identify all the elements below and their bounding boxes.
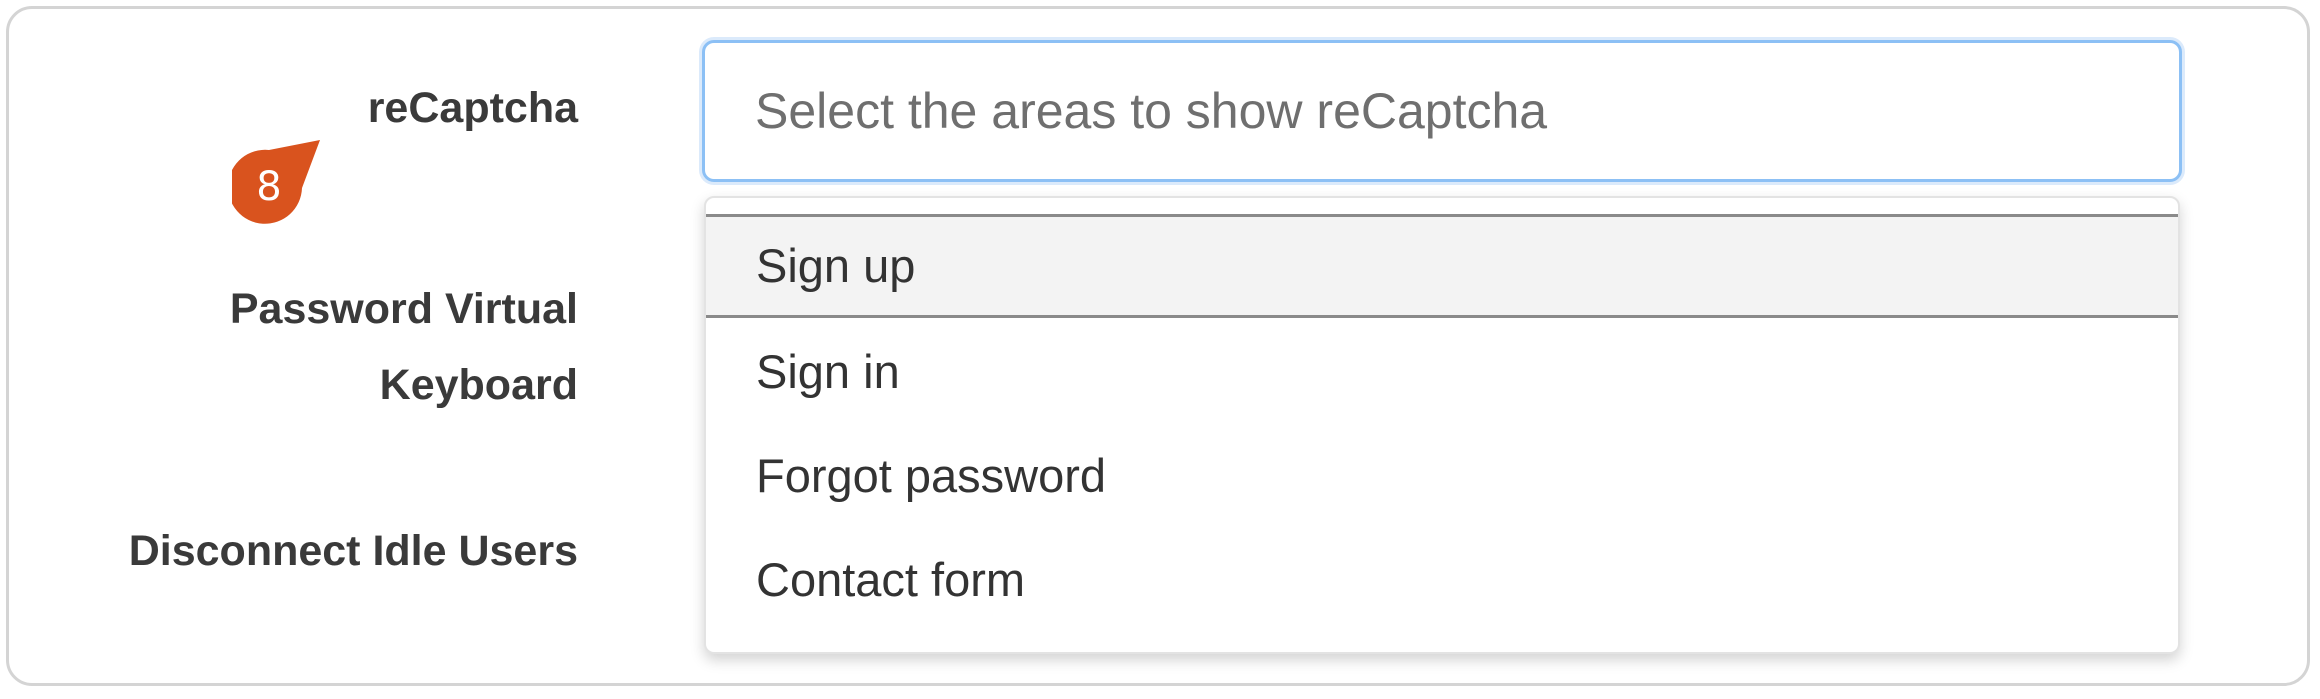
callout-number: 8 — [256, 164, 282, 210]
password-virtual-keyboard-label-line1: Password Virtual — [229, 285, 578, 333]
password-virtual-keyboard-label: Password Virtual Keyboard — [230, 271, 578, 423]
recaptcha-areas-select[interactable]: Select the areas to show reCaptcha — [702, 40, 2182, 182]
option-contact-form[interactable]: Contact form — [706, 528, 2178, 632]
disconnect-idle-users-label: Disconnect Idle Users — [128, 527, 578, 575]
option-sign-in[interactable]: Sign in — [706, 320, 2178, 424]
option-forgot-password[interactable]: Forgot password — [706, 424, 2178, 528]
password-virtual-keyboard-label-line2: Keyboard — [379, 361, 578, 409]
recaptcha-select-placeholder: Select the areas to show reCaptcha — [755, 83, 1548, 139]
recaptcha-label: reCaptcha — [367, 84, 578, 132]
recaptcha-options-dropdown: Sign up Sign in Forgot password Contact … — [704, 196, 2180, 654]
option-sign-up[interactable]: Sign up — [706, 214, 2178, 318]
